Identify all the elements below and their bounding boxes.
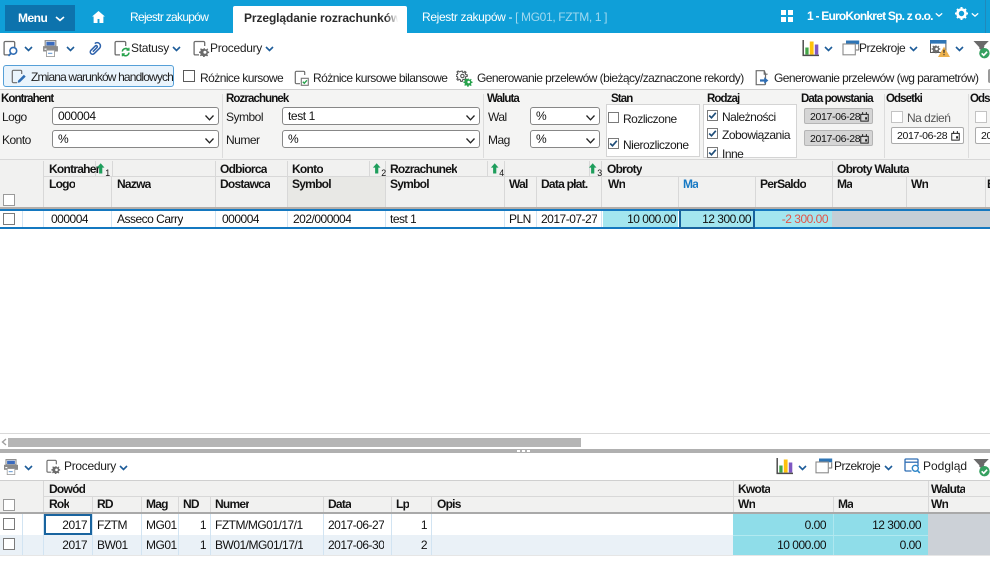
svg-text:1: 1 xyxy=(105,168,110,176)
svg-text:2: 2 xyxy=(381,168,386,176)
svg-text:3: 3 xyxy=(597,168,602,176)
svg-text:4: 4 xyxy=(499,168,504,176)
